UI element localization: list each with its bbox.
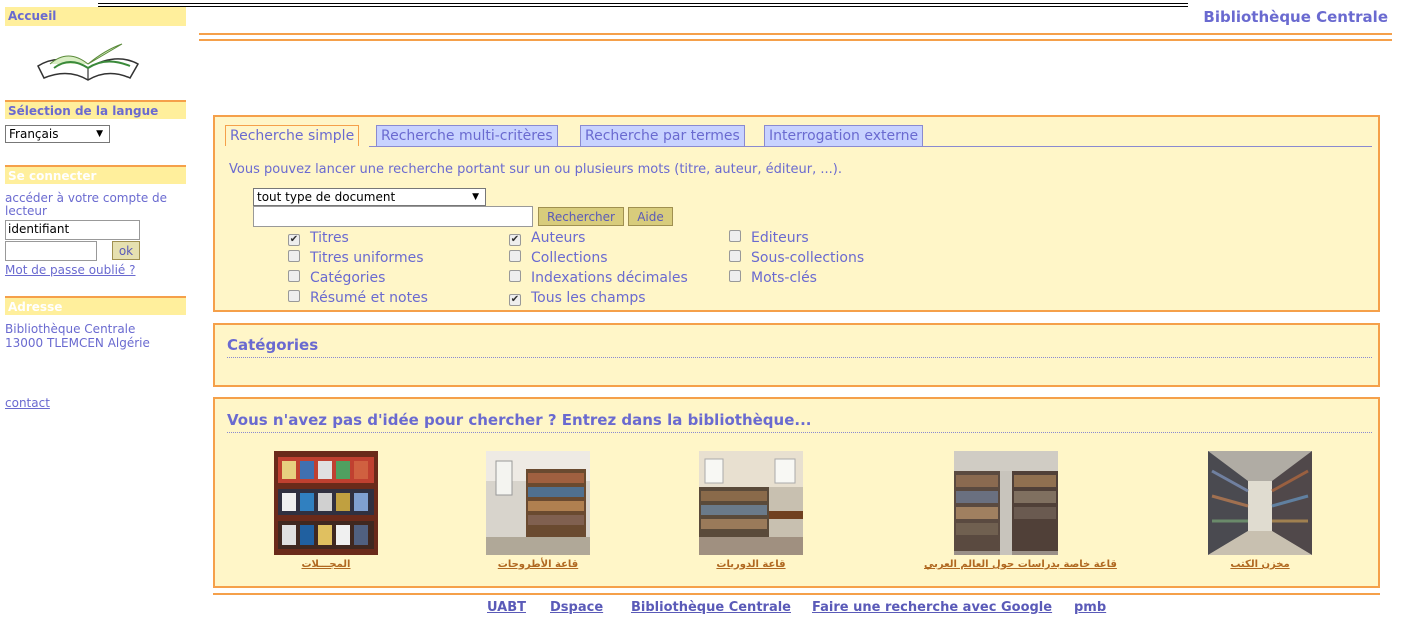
- chevron-down-icon: ▼: [96, 129, 103, 139]
- footer-link-central-library[interactable]: Bibliothèque Centrale: [631, 600, 791, 615]
- browse-thumbnail-periodicals[interactable]: [699, 451, 803, 555]
- checkbox-label: Sous-collections: [751, 250, 865, 266]
- username-field[interactable]: identifiant: [5, 220, 140, 240]
- checkbox-uniform-titles[interactable]: Titres uniformes: [288, 249, 424, 267]
- tab-by-terms[interactable]: Recherche par termes: [580, 125, 745, 146]
- checkbox-empty-icon: [729, 250, 741, 262]
- checkbox-label: Titres uniformes: [310, 250, 424, 266]
- tab-baseline: [369, 146, 1372, 147]
- checkbox-label: Mots-clés: [751, 270, 817, 286]
- browse-link-theses[interactable]: قاعة الأطروحات: [486, 559, 590, 570]
- header-rule: [199, 33, 1392, 35]
- header-rule: [199, 39, 1392, 41]
- footer-link-pmb[interactable]: pmb: [1074, 600, 1106, 615]
- checkbox-label: Auteurs: [531, 230, 586, 246]
- checkbox-collections[interactable]: Collections: [509, 249, 608, 267]
- language-header: Sélection de la langue: [5, 100, 186, 119]
- search-panel: Recherche simple Recherche multi-critère…: [213, 115, 1380, 312]
- address-line-2: 13000 TLEMCEN Algérie: [5, 336, 150, 350]
- chevron-down-icon: ▼: [472, 192, 479, 202]
- checkbox-empty-icon: [288, 290, 300, 302]
- login-text: accéder à votre compte de lecteur: [5, 191, 168, 218]
- checkbox-label: Catégories: [310, 270, 386, 286]
- forgot-password-link[interactable]: Mot de passe oublié ?: [5, 264, 136, 277]
- site-title: Bibliothèque Centrale: [1203, 8, 1388, 26]
- checkbox-empty-icon: [288, 250, 300, 262]
- footer-rule: [213, 593, 1380, 595]
- checkbox-checked-icon: ✔: [288, 234, 300, 246]
- password-field[interactable]: [5, 241, 97, 261]
- top-rule: [98, 6, 1188, 7]
- footer-link-uabt[interactable]: UABT: [487, 600, 526, 615]
- checkbox-keywords[interactable]: Mots-clés: [729, 269, 817, 287]
- document-type-select[interactable]: tout type de document ▼: [253, 188, 486, 206]
- address-header: Adresse: [5, 296, 186, 315]
- checkbox-label: Résumé et notes: [310, 290, 428, 306]
- document-type-value: tout type de document: [257, 190, 396, 204]
- checkbox-empty-icon: [288, 270, 300, 282]
- checkbox-empty-icon: [509, 270, 521, 282]
- language-select-value: Français: [9, 127, 59, 141]
- search-input[interactable]: [253, 206, 533, 227]
- checkbox-empty-icon: [729, 270, 741, 282]
- language-select[interactable]: Français ▼: [5, 125, 110, 143]
- book-logo: [30, 38, 145, 84]
- categories-title: Catégories: [227, 336, 319, 354]
- checkbox-label: Titres: [310, 230, 349, 246]
- checkbox-label: Editeurs: [751, 230, 809, 246]
- checkbox-authors[interactable]: ✔ Auteurs: [509, 229, 585, 247]
- checkbox-all-fields[interactable]: ✔ Tous les champs: [509, 289, 646, 307]
- home-link[interactable]: Accueil: [5, 7, 186, 26]
- contact-link[interactable]: contact: [5, 397, 50, 410]
- browse-link-periodicals[interactable]: قاعة الدوريات: [699, 559, 803, 570]
- checkbox-checked-icon: ✔: [509, 234, 521, 246]
- footer-link-dspace[interactable]: Dspace: [550, 600, 603, 615]
- browse-thumbnail-theses[interactable]: [486, 451, 590, 555]
- browse-panel: Vous n'avez pas d'idée pour chercher ? E…: [213, 397, 1380, 588]
- browse-title: Vous n'avez pas d'idée pour chercher ? E…: [227, 411, 812, 429]
- browse-thumbnail-arab-world-studies[interactable]: [954, 451, 1058, 555]
- categories-panel: Catégories: [213, 323, 1380, 387]
- checkbox-categories[interactable]: Catégories: [288, 269, 385, 287]
- checkbox-decimal-indexing[interactable]: Indexations décimales: [509, 269, 688, 287]
- checkbox-abstract-notes[interactable]: Résumé et notes: [288, 289, 428, 307]
- checkbox-label: Tous les champs: [531, 290, 646, 306]
- section-divider: [227, 432, 1372, 433]
- browse-link-arab-world-studies[interactable]: قاعة خاصة بدراسات حول العالم العربي: [924, 559, 1117, 570]
- tab-external-query[interactable]: Interrogation externe: [764, 125, 924, 146]
- checkbox-checked-icon: ✔: [509, 294, 521, 306]
- browse-thumbnail-journals[interactable]: [274, 451, 378, 555]
- tab-simple-search[interactable]: Recherche simple: [225, 125, 360, 146]
- checkbox-titles[interactable]: ✔ Titres: [288, 229, 349, 247]
- top-rule: [98, 3, 1188, 4]
- login-header: Se connecter: [5, 165, 186, 184]
- tab-multi-criteria[interactable]: Recherche multi-critères: [376, 125, 558, 146]
- checkbox-label: Collections: [531, 250, 608, 266]
- browse-link-book-storage[interactable]: مخزن الكتب: [1208, 559, 1312, 570]
- footer-link-google-search[interactable]: Faire une recherche avec Google: [812, 600, 1052, 615]
- search-hint: Vous pouvez lancer une recherche portant…: [229, 162, 842, 177]
- section-divider: [227, 357, 1372, 358]
- address-line-1: Bibliothèque Centrale: [5, 322, 136, 336]
- help-button[interactable]: Aide: [628, 207, 673, 226]
- checkbox-sub-collections[interactable]: Sous-collections: [729, 249, 864, 267]
- browse-link-journals[interactable]: المجـــلات: [274, 559, 378, 570]
- search-button[interactable]: Rechercher: [538, 207, 624, 226]
- login-ok-button[interactable]: ok: [112, 241, 140, 260]
- checkbox-empty-icon: [509, 250, 521, 262]
- checkbox-publishers[interactable]: Editeurs: [729, 229, 809, 247]
- checkbox-empty-icon: [729, 230, 741, 242]
- checkbox-label: Indexations décimales: [531, 270, 688, 286]
- browse-thumbnail-book-storage[interactable]: [1208, 451, 1312, 555]
